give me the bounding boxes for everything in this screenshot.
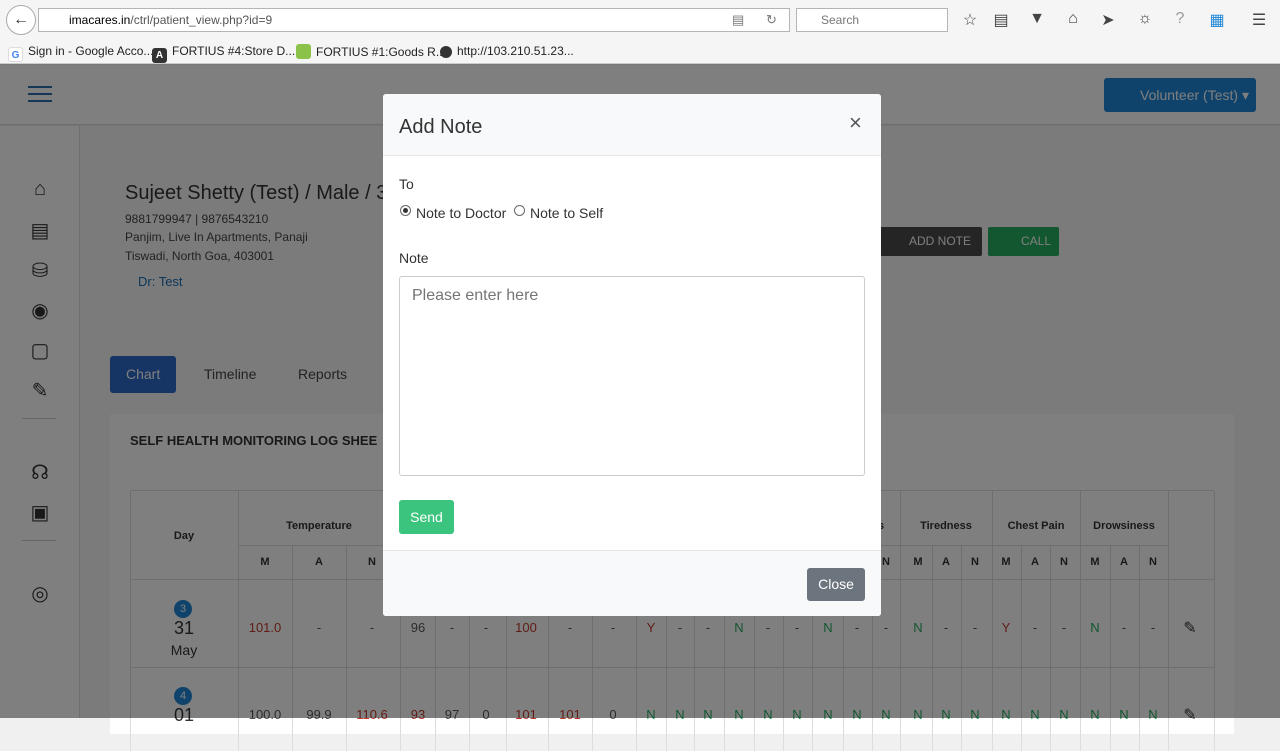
- note-label: Note: [399, 250, 429, 266]
- browser-chrome: ← i imacares.in/ctrl/patient_view.php?id…: [0, 0, 1280, 64]
- home-icon[interactable]: ⌂: [1063, 10, 1083, 28]
- back-icon[interactable]: ←: [6, 5, 36, 35]
- modal-header: Add Note ×: [383, 94, 881, 156]
- leaf-icon: [296, 44, 311, 59]
- bookmark-ip[interactable]: http://103.210.51.23...: [440, 44, 574, 58]
- url-path: /ctrl/patient_view.php?id=9: [130, 13, 273, 27]
- globe-icon: [440, 46, 452, 58]
- send-button[interactable]: Send: [399, 500, 454, 534]
- bookmark-google[interactable]: G Sign in - Google Acco...: [8, 44, 153, 62]
- close-button[interactable]: Close: [807, 568, 865, 601]
- google-icon: G: [8, 47, 23, 62]
- note-to-doctor-label[interactable]: Note to Doctor: [416, 205, 506, 221]
- pocket-icon[interactable]: ▼: [1027, 10, 1047, 28]
- note-to-self-label[interactable]: Note to Self: [530, 205, 603, 221]
- modal-footer: Close: [383, 550, 881, 616]
- note-to-self-radio[interactable]: [514, 205, 525, 216]
- browser-search-input[interactable]: Search: [796, 8, 948, 32]
- note-to-doctor-radio[interactable]: [400, 205, 411, 216]
- reload-icon[interactable]: ↻: [766, 12, 777, 28]
- url-bar[interactable]: imacares.in/ctrl/patient_view.php?id=9: [38, 8, 790, 32]
- modal-title: Add Note: [399, 116, 483, 138]
- extension-icon[interactable]: ▦: [1207, 10, 1227, 30]
- reader-view-icon[interactable]: ▤: [732, 12, 744, 28]
- fortius-icon: A: [152, 48, 167, 63]
- bookmark-fortius-1[interactable]: FORTIUS #1:Goods R...: [296, 44, 446, 59]
- bookmark-fortius-4[interactable]: A FORTIUS #4:Store D...: [152, 44, 295, 63]
- note-textarea[interactable]: [399, 276, 865, 476]
- url-host: imacares.in: [69, 13, 131, 27]
- add-note-modal: Add Note × To Note to Doctor Note to Sel…: [383, 94, 881, 616]
- bookmarks-bar: G Sign in - Google Acco... A FORTIUS #4:St…: [0, 42, 1280, 64]
- menu-icon[interactable]: ☰: [1249, 10, 1269, 30]
- help-icon[interactable]: ?: [1170, 10, 1190, 28]
- send-icon[interactable]: ➤: [1098, 10, 1118, 30]
- browser-navbar: ← i imacares.in/ctrl/patient_view.php?id…: [0, 0, 1280, 40]
- star-icon[interactable]: ☆: [960, 10, 980, 30]
- library-icon[interactable]: ▤: [991, 10, 1011, 30]
- globe-icon[interactable]: ☼: [1135, 10, 1155, 28]
- close-icon[interactable]: ×: [849, 112, 862, 134]
- to-label: To: [399, 176, 414, 192]
